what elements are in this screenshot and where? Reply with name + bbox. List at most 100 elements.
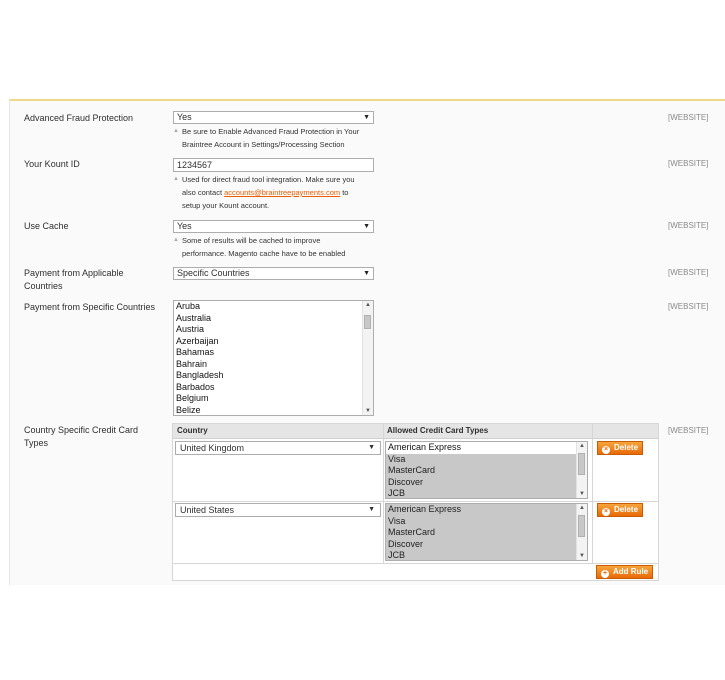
country-option[interactable]: Austria (174, 324, 373, 336)
country-options: Aruba Australia Austria Azerbaijan Bahamas Ba… (174, 301, 373, 416)
grid-row-divider (173, 501, 658, 502)
row1-card-option[interactable]: JCB (386, 488, 587, 498)
kount-id-note-line2: also contact accounts@braintreepayments.… (182, 186, 383, 199)
note-triangle-icon: ▲ (173, 128, 179, 134)
row2-country-value: United States (180, 505, 235, 515)
use-cache-note-line2: performance. Magento cache have to be en… (182, 249, 346, 258)
chevron-down-icon: ▼ (368, 444, 375, 451)
chevron-down-icon: ▼ (368, 506, 375, 513)
kount-id-scope: [WEBSITE] (668, 159, 709, 168)
row2-card-option[interactable]: JCB (386, 550, 587, 560)
use-cache-note-line1: Some of results will be cached to improv… (182, 236, 321, 245)
config-panel: Advanced Fraud Protection Yes ▼ ▲ Be sur… (9, 99, 725, 585)
grid-divider (592, 424, 593, 564)
card-types-label: Country Specific Credit Card Types (24, 424, 138, 450)
note-triangle-icon: ▲ (173, 176, 179, 182)
applicable-countries-scope: [WEBSITE] (668, 268, 709, 277)
row1-country-select[interactable]: United Kingdom ▼ (175, 441, 381, 455)
scroll-down-icon[interactable]: ▼ (577, 491, 587, 497)
row2-card-option[interactable]: Discover (386, 538, 587, 550)
use-cache-label: Use Cache (24, 221, 69, 231)
scroll-up-icon[interactable]: ▲ (577, 505, 587, 511)
kount-id-note-prefix: also contact (182, 188, 225, 197)
delete-button-label: Delete (614, 505, 639, 514)
row1-card-option[interactable]: MasterCard (386, 465, 587, 477)
country-option[interactable]: Bahrain (174, 359, 373, 371)
advanced-fraud-scope: [WEBSITE] (668, 113, 709, 122)
scrollbar-thumb[interactable] (578, 453, 585, 475)
chevron-down-icon: ▼ (363, 270, 370, 277)
add-rule-button-label: Add Rule (613, 567, 649, 576)
multiselect-scrollbar[interactable]: ▲ ▼ (576, 442, 587, 498)
applicable-countries-select[interactable]: Specific Countries ▼ (173, 267, 374, 280)
specific-countries-label: Payment from Specific Countries (24, 302, 156, 312)
specific-countries-scope: [WEBSITE] (668, 302, 709, 311)
country-option[interactable]: Aruba (174, 301, 373, 313)
delete-icon: × (602, 508, 610, 516)
applicable-countries-label-line1: Payment from Applicable (24, 268, 124, 278)
kount-email-link[interactable]: accounts@braintreepayments.com (224, 188, 340, 197)
applicable-countries-value: Specific Countries (177, 268, 250, 278)
row1-country-value: United Kingdom (180, 443, 245, 453)
chevron-down-icon: ▼ (363, 114, 370, 121)
row1-cards-multiselect[interactable]: American Express Visa MasterCard Discove… (385, 441, 588, 499)
country-option[interactable]: Australia (174, 313, 373, 325)
applicable-countries-label-line2: Countries (24, 281, 63, 291)
row2-card-option[interactable]: MasterCard (386, 527, 587, 539)
kount-id-note-line3: setup your Kount account. (182, 201, 270, 210)
country-option[interactable]: Barbados (174, 382, 373, 394)
multiselect-scrollbar[interactable]: ▲ ▼ (576, 504, 587, 560)
specific-countries-listbox[interactable]: Aruba Australia Austria Azerbaijan Bahamas Ba… (173, 300, 374, 416)
kount-id-note-suffix: to (340, 188, 349, 197)
scroll-up-icon[interactable]: ▲ (363, 302, 373, 308)
listbox-scrollbar[interactable]: ▲ ▼ (362, 301, 373, 415)
row2-card-option[interactable]: American Express (386, 504, 587, 516)
use-cache-scope: [WEBSITE] (668, 221, 709, 230)
delete-button-label: Delete (614, 443, 639, 452)
applicable-countries-label: Payment from Applicable Countries (24, 267, 124, 293)
country-option[interactable]: Bangladesh (174, 370, 373, 382)
advanced-fraud-note: ▲ Be sure to Enable Advanced Fraud Prote… (173, 125, 383, 151)
row2-country-select[interactable]: United States ▼ (175, 503, 381, 517)
use-cache-note: ▲ Some of results will be cached to impr… (173, 234, 383, 260)
row2-card-option[interactable]: Visa (386, 515, 587, 527)
card-types-label-line1: Country Specific Credit Card (24, 425, 139, 435)
advanced-fraud-label: Advanced Fraud Protection (24, 113, 134, 123)
grid-divider (383, 424, 384, 564)
scroll-up-icon[interactable]: ▲ (577, 443, 587, 449)
kount-id-input[interactable]: 1234567 (173, 158, 374, 172)
country-option[interactable]: Belgium (174, 393, 373, 405)
card-types-label-line2: Types (24, 438, 49, 448)
row2-delete-button[interactable]: × Delete (597, 503, 644, 517)
chevron-down-icon: ▼ (363, 223, 370, 230)
row1-card-option[interactable]: Visa (386, 453, 587, 465)
note-triangle-icon: ▲ (173, 237, 179, 243)
scroll-down-icon[interactable]: ▼ (577, 553, 587, 559)
use-cache-select[interactable]: Yes ▼ (173, 220, 374, 233)
kount-id-label: Your Kount ID (24, 159, 80, 169)
card-types-scope: [WEBSITE] (668, 426, 709, 435)
country-option[interactable]: Belize (174, 405, 373, 416)
grid-row-divider (173, 563, 658, 564)
row1-card-option[interactable]: American Express (386, 442, 587, 454)
grid-header: Country Allowed Credit Card Types (173, 424, 658, 439)
add-rule-button[interactable]: + Add Rule (596, 565, 654, 579)
scrollbar-thumb[interactable] (578, 515, 585, 537)
delete-icon: × (602, 446, 610, 454)
grid-header-country: Country (177, 426, 208, 435)
advanced-fraud-note-line2: Braintree Account in Settings/Processing… (182, 140, 345, 149)
country-option[interactable]: Bahamas (174, 347, 373, 359)
scroll-down-icon[interactable]: ▼ (363, 408, 373, 414)
country-option[interactable]: Azerbaijan (174, 336, 373, 348)
row1-delete-button[interactable]: × Delete (597, 441, 644, 455)
card-types-grid: Country Allowed Credit Card Types United… (172, 423, 659, 581)
advanced-fraud-note-line1: Be sure to Enable Advanced Fraud Protect… (182, 127, 360, 136)
scrollbar-thumb[interactable] (364, 315, 371, 329)
kount-id-note: ▲ Used for direct fraud tool integration… (173, 173, 383, 212)
advanced-fraud-value: Yes (177, 112, 192, 122)
advanced-fraud-select[interactable]: Yes ▼ (173, 111, 374, 124)
row2-cards-multiselect[interactable]: American Express Visa MasterCard Discove… (385, 503, 588, 561)
use-cache-value: Yes (177, 221, 192, 231)
row1-card-option[interactable]: Discover (386, 476, 587, 488)
kount-id-note-line1: Used for direct fraud tool integration. … (182, 175, 355, 184)
